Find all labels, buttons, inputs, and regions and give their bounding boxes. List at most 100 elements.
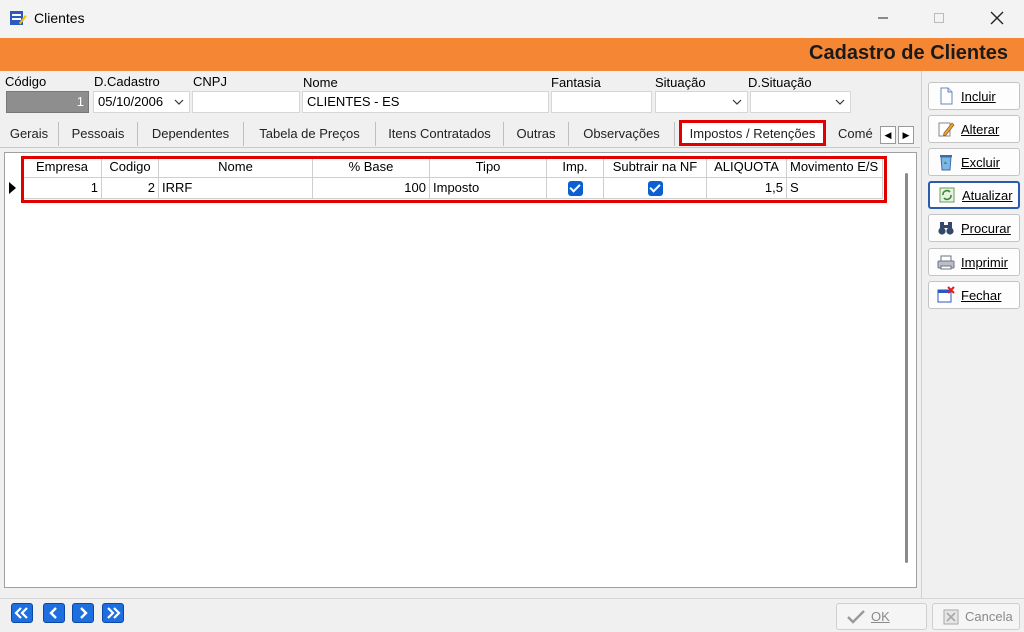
scrollbar-thumb[interactable]	[905, 173, 908, 563]
tab-observacoes[interactable]: Observações	[569, 122, 675, 146]
next-record-button[interactable]	[72, 603, 94, 623]
alterar-button[interactable]: Alterar	[928, 115, 1020, 143]
dcadastro-value: 05/10/2006	[98, 94, 164, 109]
cell-nome[interactable]: IRRF	[159, 178, 313, 199]
col-header-base[interactable]: % Base	[313, 157, 430, 178]
col-header-aliquota[interactable]: ALIQUOTA	[707, 157, 787, 178]
minimize-icon	[878, 17, 888, 19]
ok-button[interactable]: OK	[836, 603, 927, 630]
maximize-button[interactable]	[916, 0, 962, 36]
dsituacao-select[interactable]	[750, 91, 851, 113]
dsituacao-label: D.Situação	[748, 75, 812, 90]
tab-gerais[interactable]: Gerais	[0, 122, 59, 146]
cancel-label: Cancela	[965, 609, 1013, 624]
last-record-button[interactable]	[102, 603, 124, 623]
recycle-bin-icon	[940, 155, 952, 171]
banner-title: Cadastro de Clientes	[809, 42, 1008, 64]
imprimir-label: Imprimir	[961, 254, 1008, 270]
chevron-down-icon	[732, 99, 742, 105]
cell-imp[interactable]	[547, 178, 604, 199]
dcadastro-field[interactable]: 05/10/2006	[93, 91, 190, 113]
ok-label: OK	[871, 609, 890, 624]
taxes-grid[interactable]: Empresa Codigo Nome % Base Tipo Imp. Sub…	[4, 152, 917, 588]
situacao-select[interactable]	[655, 91, 748, 113]
cancel-icon	[943, 609, 959, 624]
tab-itens-contratados[interactable]: Itens Contratados	[376, 122, 504, 146]
tab-outras[interactable]: Outras	[504, 122, 569, 146]
window-title: Clientes	[34, 10, 85, 26]
fechar-label: Fechar	[961, 287, 1002, 303]
chevron-down-icon	[173, 96, 185, 108]
title-bar: Clientes	[0, 0, 1024, 38]
cnpj-label: CNPJ	[193, 74, 227, 89]
chevron-right-icon	[80, 607, 88, 619]
col-header-empresa[interactable]: Empresa	[23, 157, 102, 178]
nome-label: Nome	[303, 75, 338, 90]
tab-comercial[interactable]: Comé	[838, 122, 878, 146]
alterar-label: Alterar	[961, 121, 1000, 137]
cell-subtrair[interactable]	[604, 178, 707, 199]
close-button[interactable]	[974, 0, 1020, 36]
tab-dependentes[interactable]: Dependentes	[138, 122, 244, 146]
fantasia-label: Fantasia	[551, 75, 601, 90]
tab-strip: Gerais Pessoais Dependentes Tabela de Pr…	[0, 118, 920, 148]
close-window-icon	[937, 286, 955, 303]
maximize-icon	[934, 13, 944, 23]
cell-tipo[interactable]: Imposto	[430, 178, 547, 199]
grid-scrollbar[interactable]	[903, 173, 911, 583]
col-header-imp[interactable]: Imp.	[547, 157, 604, 178]
tab-scroll-left-button[interactable]: ◀	[880, 126, 896, 144]
col-header-tipo[interactable]: Tipo	[430, 157, 547, 178]
codigo-label: Código	[5, 74, 47, 89]
fantasia-field[interactable]	[551, 91, 652, 113]
edit-icon	[938, 122, 955, 137]
previous-record-button[interactable]	[43, 603, 65, 623]
refresh-icon	[939, 187, 955, 203]
atualizar-button[interactable]: Atualizar	[928, 181, 1020, 209]
situacao-label: Situação	[655, 75, 706, 90]
cell-base[interactable]: 100	[313, 178, 430, 199]
tab-impostos-retencoes[interactable]: Impostos / Retenções	[679, 120, 826, 146]
col-header-codigo[interactable]: Codigo	[102, 157, 159, 178]
dcadastro-label: D.Cadastro	[94, 74, 160, 89]
imprimir-button[interactable]: Imprimir	[928, 248, 1020, 276]
imp-checkbox[interactable]	[567, 181, 583, 196]
nome-field[interactable]: CLIENTES - ES	[302, 91, 549, 113]
fechar-button[interactable]: Fechar	[928, 281, 1020, 309]
excluir-label: Excluir	[961, 154, 1001, 170]
col-header-movimento[interactable]: Movimento E/S	[787, 157, 883, 178]
atualizar-label: Atualizar	[962, 187, 1013, 203]
chevron-left-icon	[49, 607, 57, 619]
codigo-field[interactable]: 1	[6, 91, 89, 113]
incluir-button[interactable]: Incluir	[928, 82, 1020, 110]
subtrair-checkbox[interactable]	[647, 181, 663, 196]
cell-codigo[interactable]: 2	[102, 178, 159, 199]
chevron-down-icon	[835, 99, 845, 105]
cell-aliquota[interactable]: 1,5	[707, 178, 787, 199]
cnpj-field[interactable]	[192, 91, 300, 113]
double-chevron-left-icon	[14, 607, 28, 619]
cell-empresa[interactable]: 1	[23, 178, 102, 199]
cancel-button[interactable]: Cancela	[932, 603, 1020, 630]
printer-icon	[937, 255, 955, 270]
new-document-icon	[940, 87, 953, 105]
tab-pessoais[interactable]: Pessoais	[59, 122, 138, 146]
header-banner: Cadastro de Clientes	[0, 38, 1024, 71]
binoculars-icon	[938, 222, 954, 235]
col-header-subtrair[interactable]: Subtrair na NF	[604, 157, 707, 178]
close-icon	[990, 11, 1004, 25]
arrow-left-icon: ◀	[884, 130, 892, 140]
minimize-button[interactable]	[860, 0, 906, 36]
first-record-button[interactable]	[11, 603, 33, 623]
incluir-label: Incluir	[961, 88, 996, 104]
col-header-nome[interactable]: Nome	[159, 157, 313, 178]
tab-tabela-de-precos[interactable]: Tabela de Preços	[244, 122, 376, 146]
excluir-button[interactable]: Excluir	[928, 148, 1020, 176]
tab-scroll-right-button[interactable]: ▶	[898, 126, 914, 144]
cell-movimento[interactable]: S	[787, 178, 883, 199]
current-row-indicator-icon	[9, 182, 16, 194]
app-icon	[10, 11, 27, 25]
double-chevron-right-icon	[107, 607, 121, 619]
procurar-label: Procurar	[961, 220, 1011, 236]
procurar-button[interactable]: Procurar	[928, 214, 1020, 242]
